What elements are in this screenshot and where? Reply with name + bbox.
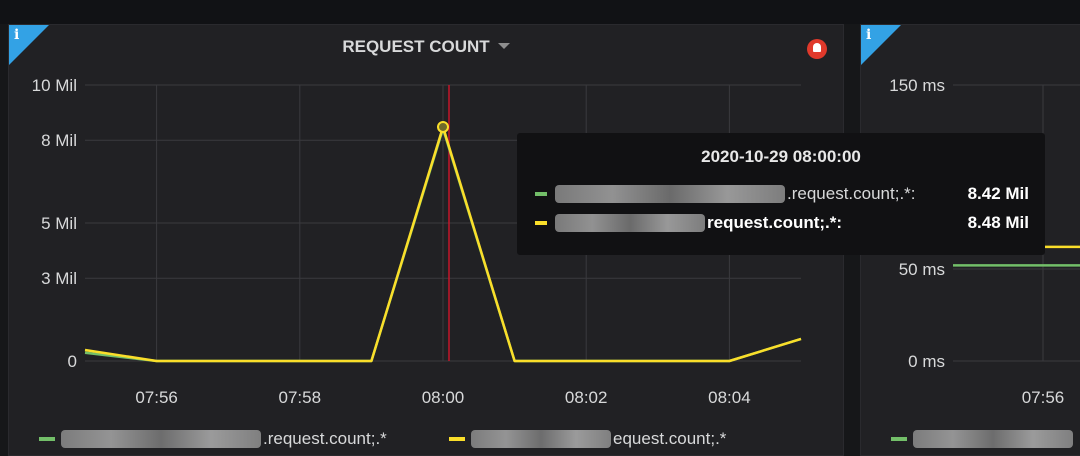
legend-item-series-1[interactable]: .request.count;.* bbox=[39, 425, 387, 453]
y-tick-label: 3 Mil bbox=[41, 269, 77, 288]
graph-tooltip: 2020-10-29 08:00:00 .request.count;.*: 8… bbox=[517, 133, 1045, 255]
redacted-text bbox=[555, 214, 705, 232]
legend-swatch bbox=[449, 437, 465, 441]
legend-label: equest.count;.* bbox=[613, 429, 727, 448]
top-bar bbox=[0, 0, 1080, 24]
y-tick-label: 8 Mil bbox=[41, 131, 77, 150]
redacted-text bbox=[61, 430, 261, 448]
hover-point bbox=[437, 120, 449, 133]
tooltip-series-label: request.count;.*: bbox=[707, 213, 843, 232]
x-tick-label: 08:00 bbox=[422, 388, 465, 407]
tooltip-series-name: .request.count;.*: bbox=[555, 184, 968, 204]
legend-item-series-1[interactable] bbox=[891, 425, 1075, 453]
y-tick-label: 10 Mil bbox=[32, 76, 77, 95]
redacted-text bbox=[913, 430, 1073, 448]
redacted-text bbox=[555, 185, 785, 203]
y-tick-label: 0 bbox=[68, 352, 77, 371]
x-tick-label: 07:56 bbox=[1022, 388, 1065, 407]
tooltip-row-series-1: .request.count;.*: 8.42 Mil bbox=[535, 183, 1029, 205]
legend bbox=[861, 425, 1080, 453]
redacted-text bbox=[471, 430, 611, 448]
legend-swatch bbox=[39, 437, 55, 441]
tooltip-series-value: 8.42 Mil bbox=[967, 184, 1029, 203]
legend-item-series-2[interactable]: equest.count;.* bbox=[449, 425, 726, 453]
tooltip-row-series-2: request.count;.*: 8.48 Mil bbox=[535, 212, 1029, 234]
tooltip-swatch bbox=[535, 221, 547, 225]
x-tick-label: 08:04 bbox=[708, 388, 751, 407]
tooltip-swatch bbox=[535, 192, 547, 196]
tooltip-series-value: 8.48 Mil bbox=[967, 213, 1029, 232]
y-tick-label: 50 ms bbox=[899, 260, 945, 279]
tooltip-series-name: request.count;.*: bbox=[555, 213, 968, 233]
y-tick-label: 150 ms bbox=[889, 76, 945, 95]
tooltip-series-label: .request.count;.*: bbox=[787, 184, 916, 203]
tooltip-time: 2020-10-29 08:00:00 bbox=[701, 147, 861, 166]
y-tick-label: 5 Mil bbox=[41, 214, 77, 233]
legend: .request.count;.* equest.count;.* bbox=[9, 425, 843, 453]
legend-label: .request.count;.* bbox=[263, 429, 387, 448]
y-tick-label: 0 ms bbox=[908, 352, 945, 371]
x-tick-label: 07:58 bbox=[279, 388, 322, 407]
legend-swatch bbox=[891, 437, 907, 441]
x-tick-label: 07:56 bbox=[135, 388, 178, 407]
x-tick-label: 08:02 bbox=[565, 388, 608, 407]
